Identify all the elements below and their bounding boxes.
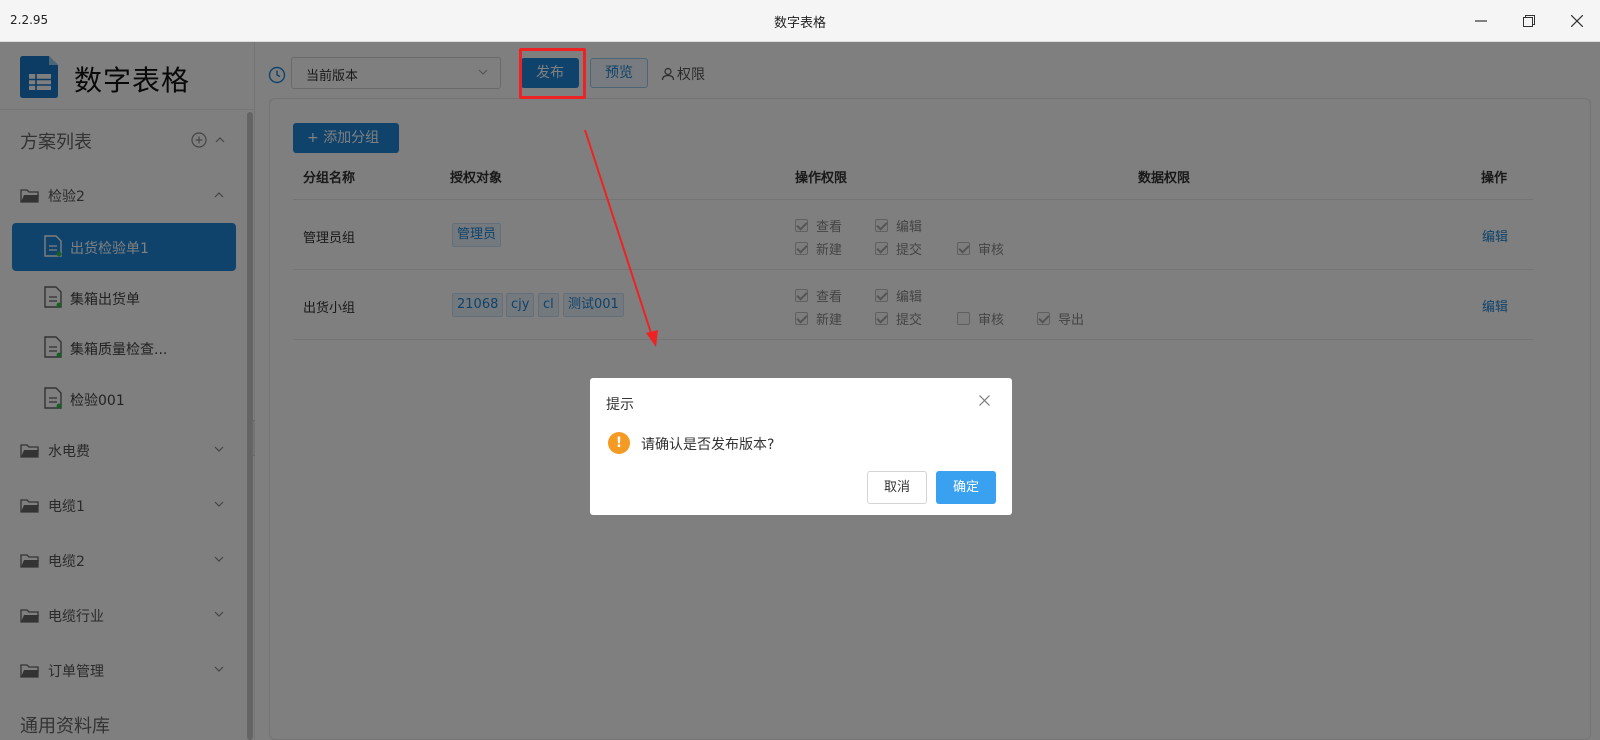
minimize-button[interactable] [1458,0,1504,42]
publish-highlight-box [519,48,586,99]
window-title-bar: 2.2.95 数字表格 [0,0,1600,42]
minimize-icon [1475,20,1487,22]
restore-button[interactable] [1506,0,1552,42]
confirm-button[interactable]: 确定 [936,471,996,504]
confirm-publish-dialog: 提示 ! 请确认是否发布版本? 取消 确定 [590,378,1012,515]
close-window-button[interactable] [1554,0,1600,42]
restore-icon [1523,15,1535,27]
warning-icon: ! [608,432,630,454]
close-icon [1571,15,1583,27]
dialog-title: 提示 [606,397,634,413]
window-title: 数字表格 [773,16,826,31]
dialog-message: 请确认是否发布版本? [641,437,775,453]
cancel-button[interactable]: 取消 [867,471,927,504]
close-icon[interactable] [979,395,990,406]
